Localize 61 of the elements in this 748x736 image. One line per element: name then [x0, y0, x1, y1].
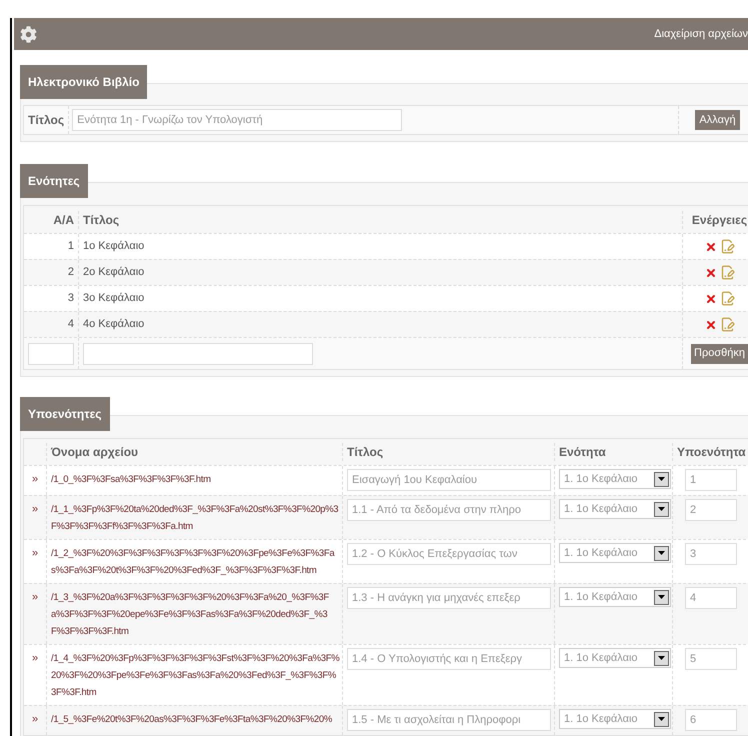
section-dropdown[interactable]: 1. 1ο Κεφάλαιο: [559, 499, 671, 519]
delete-icon[interactable]: [704, 292, 716, 304]
section-heading: Ενότητες: [20, 164, 88, 198]
column-header: Τίτλος: [78, 210, 682, 228]
row-marker[interactable]: »: [24, 706, 46, 728]
section-dropdown[interactable]: 1. 1ο Κεφάλαιο: [559, 469, 671, 489]
dropdown-caret-icon: [654, 650, 669, 666]
column-header: Α/Α: [52, 212, 75, 228]
column-header: Ενότητα: [554, 443, 672, 461]
title-input[interactable]: 1.1 - Από τα δεδομένα στην πληρο: [347, 499, 551, 521]
dropdown-caret-icon: [654, 472, 669, 486]
add-button[interactable]: Προσθήκη: [691, 344, 748, 364]
number-input[interactable]: 4: [685, 587, 737, 609]
number-input[interactable]: 5: [685, 648, 737, 670]
edit-icon[interactable]: [720, 291, 734, 306]
file-name: /1_5_%3Fe%20t%3F%20as%3F%3F%3Fe%3Fta%3F%20%3F%20%: [46, 706, 342, 735]
number-input[interactable]: 6: [685, 709, 737, 731]
title-input[interactable]: Ενότητα 1η - Γνωρίζω τον Υπολογιστή: [72, 109, 402, 131]
header-title[interactable]: Διαχείριση αρχείων: [654, 26, 748, 42]
dropdown-caret-icon: [654, 502, 669, 516]
edit-icon[interactable]: [720, 317, 734, 332]
title-input[interactable]: 1.3 - Η ανάγκη για μηχανές επεξερ: [347, 587, 551, 609]
number-input[interactable]: 1: [685, 469, 737, 491]
change-button[interactable]: Αλλαγή: [695, 110, 740, 130]
title-input[interactable]: [83, 342, 313, 364]
row-marker[interactable]: »: [24, 645, 46, 666]
column-header: Όνομα αρχείου: [46, 443, 342, 461]
section-heading: Υποενότητες: [20, 397, 110, 431]
row-marker[interactable]: »: [24, 584, 46, 606]
delete-icon[interactable]: [704, 266, 716, 278]
title-input[interactable]: Εισαγωγή 1ου Κεφαλαίου: [347, 469, 551, 491]
number-input[interactable]: 2: [685, 499, 737, 521]
column-header: Ενέργειες: [682, 210, 748, 228]
edit-icon[interactable]: [720, 265, 734, 280]
section-dropdown[interactable]: 1. 1ο Κεφάλαιο: [559, 648, 671, 668]
delete-icon[interactable]: [704, 240, 716, 252]
delete-icon[interactable]: [704, 318, 716, 330]
table-cell-text: 1: [66, 239, 75, 254]
section-heading: Ηλεκτρονικό Βιβλίο: [20, 65, 148, 99]
number-input[interactable]: 3: [685, 543, 737, 565]
section-dropdown[interactable]: 1. 1ο Κεφάλαιο: [559, 709, 671, 729]
table-cell-text: 2: [66, 265, 75, 280]
title-label: Τίτλος: [28, 112, 64, 129]
row-marker[interactable]: »: [24, 540, 46, 562]
column-header: Τίτλος: [342, 443, 554, 461]
title-input[interactable]: 1.5 - Με τι ασχολείται η Πληροφορι: [347, 709, 551, 731]
title-input[interactable]: 1.4 - Ο Υπολογιστής και η Επεξεργ: [347, 648, 551, 670]
row-marker[interactable]: »: [24, 496, 46, 518]
dropdown-caret-icon: [654, 590, 669, 604]
dropdown-caret-icon: [654, 546, 669, 560]
section-dropdown[interactable]: 1. 1ο Κεφάλαιο: [559, 587, 671, 607]
title-input[interactable]: 1.2 - Ο Κύκλος Επεξεργασίας των: [347, 543, 551, 565]
number-input[interactable]: [28, 342, 74, 364]
settings-icon[interactable]: [20, 26, 37, 42]
row-marker[interactable]: »: [24, 466, 46, 488]
column-header: Υποενότητα: [672, 443, 748, 461]
table-cell-text: 4: [66, 317, 75, 332]
edit-icon[interactable]: [720, 239, 734, 254]
dropdown-caret-icon: [654, 712, 669, 726]
section-dropdown[interactable]: 1. 1ο Κεφάλαιο: [559, 543, 671, 563]
table-cell-text: 3: [66, 291, 75, 306]
